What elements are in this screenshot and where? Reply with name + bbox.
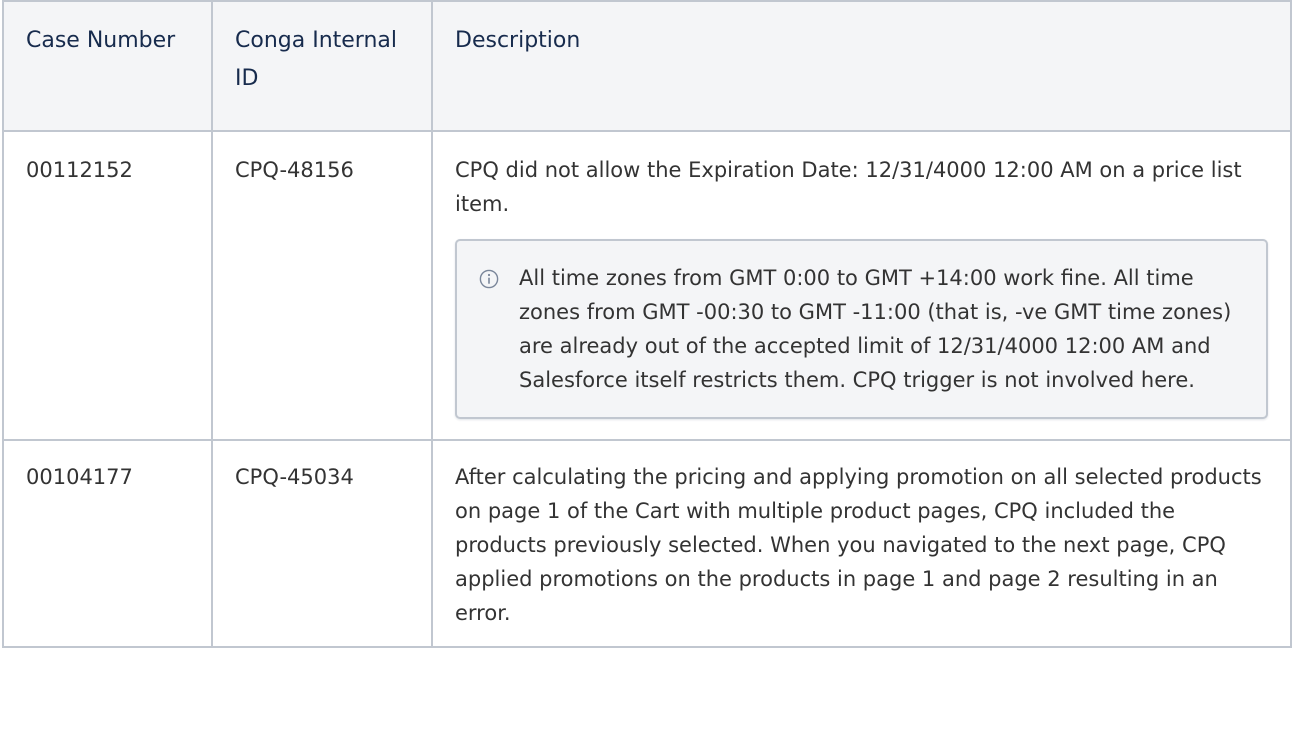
info-note-text: All time zones from GMT 0:00 to GMT +14:… — [519, 266, 1232, 392]
description-text: CPQ did not allow the Expiration Date: 1… — [455, 158, 1242, 216]
internal-id-cell: CPQ-48156 — [211, 130, 433, 441]
header-internal-id-label: Conga Internal ID — [235, 28, 397, 91]
description-cell: CPQ did not allow the Expiration Date: 1… — [431, 130, 1292, 441]
case-number-value: 00112152 — [26, 158, 133, 182]
description-cell: After calculating the pricing and applyi… — [431, 439, 1292, 648]
header-case-number-label: Case Number — [26, 28, 176, 53]
header-internal-id: Conga Internal ID — [211, 0, 433, 132]
internal-id-value: CPQ-45034 — [235, 465, 354, 489]
internal-id-cell: CPQ-45034 — [211, 439, 433, 648]
internal-id-value: CPQ-48156 — [235, 158, 354, 182]
case-number-cell: 00104177 — [2, 439, 213, 648]
case-number-value: 00104177 — [26, 465, 133, 489]
info-icon — [479, 265, 499, 289]
table-row: 00104177 CPQ-45034 After calculating the… — [2, 439, 1292, 648]
header-description: Description — [431, 0, 1292, 132]
case-number-cell: 00112152 — [2, 130, 213, 441]
header-description-label: Description — [455, 28, 581, 53]
table-header-row: Case Number Conga Internal ID Descriptio… — [2, 0, 1292, 132]
table-row: 00112152 CPQ-48156 CPQ did not allow the… — [2, 130, 1292, 441]
info-panel: All time zones from GMT 0:00 to GMT +14:… — [455, 239, 1268, 419]
description-text: After calculating the pricing and applyi… — [455, 465, 1262, 625]
known-issues-table: Case Number Conga Internal ID Descriptio… — [2, 0, 1292, 648]
header-case-number: Case Number — [2, 0, 213, 132]
